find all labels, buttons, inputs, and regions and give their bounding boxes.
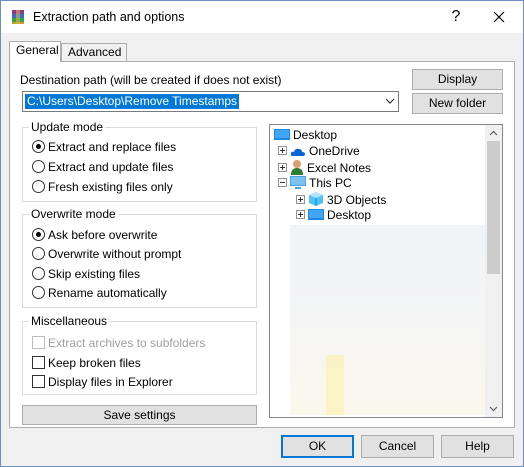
blurred-region [290,225,490,415]
display-button[interactable]: Display [412,69,503,90]
destination-path-value[interactable]: C:\Users\Desktop\Remove Timestamps [25,94,240,109]
tree-item-label: Desktop [327,208,372,222]
cancel-button[interactable]: Cancel [361,435,434,458]
desktop-icon [274,129,290,140]
radio-label: Extract and update files [48,160,174,174]
title-bar[interactable]: Extraction path and options ? [1,1,523,33]
tree-item-label: Excel Notes [307,161,372,175]
new-folder-button[interactable]: New folder [412,93,503,114]
overwrite-mode-title: Overwrite mode [29,207,118,221]
radio-button[interactable] [32,228,45,241]
general-panel: Destination path (will be created if doe… [9,61,515,428]
radio-button[interactable] [32,267,45,280]
radio-ask-before-overwrite[interactable]: Ask before overwrite [32,228,157,244]
collapse-icon[interactable] [278,178,287,187]
scroll-up-icon[interactable] [489,129,498,138]
tree-item-desktop-root[interactable]: Desktop [274,127,337,143]
tree-item-desktop[interactable]: Desktop [296,207,371,223]
tree-item-excel-notes[interactable]: Excel Notes [278,159,371,175]
update-mode-title: Update mode [29,120,106,134]
radio-button[interactable] [32,160,45,173]
checkbox-keep-broken-files[interactable]: Keep broken files [32,356,141,372]
tree-item-label: This PC [309,176,352,190]
radio-label: Overwrite without prompt [48,247,182,261]
destination-path-combobox[interactable]: C:\Users\Desktop\Remove Timestamps [22,91,399,112]
radio-button[interactable] [32,140,45,153]
checkbox-label: Keep broken files [48,356,141,370]
radio-skip-existing[interactable]: Skip existing files [32,267,140,283]
expand-icon[interactable] [296,210,305,219]
checkbox[interactable] [32,375,45,388]
tree-item-onedrive[interactable]: OneDrive [278,143,360,159]
chevron-down-icon[interactable] [385,98,395,105]
radio-button[interactable] [32,286,45,299]
radio-overwrite-without-prompt[interactable]: Overwrite without prompt [32,247,181,263]
checkbox[interactable] [32,356,45,369]
expand-icon[interactable] [278,163,287,172]
checkbox [32,336,45,349]
ok-button[interactable]: OK [281,435,354,458]
help-button[interactable]: Help [441,435,514,458]
radio-label: Skip existing files [48,267,141,281]
checkbox-display-in-explorer[interactable]: Display files in Explorer [32,375,173,391]
computer-icon [290,176,306,189]
tree-scrollbar[interactable] [485,125,502,417]
tab-advanced[interactable]: Advanced [61,43,127,61]
radio-extract-replace[interactable]: Extract and replace files [32,140,176,156]
radio-label: Ask before overwrite [48,228,158,242]
checkbox-extract-to-subfolders: Extract archives to subfolders [32,336,205,352]
onedrive-icon [290,148,305,156]
save-settings-button[interactable]: Save settings [22,405,257,425]
radio-rename-automatically[interactable]: Rename automatically [32,286,167,302]
extraction-dialog: Extraction path and options ? General Ad… [0,0,524,467]
expand-icon[interactable] [296,195,305,204]
help-title-button[interactable]: ? [435,1,477,33]
blurred-region [326,355,344,415]
radio-button[interactable] [32,180,45,193]
desktop-icon [308,209,324,220]
checkbox-label: Display files in Explorer [48,375,173,389]
scroll-down-icon[interactable] [489,404,498,413]
tree-item-this-pc[interactable]: This PC [278,175,352,191]
tree-item-3d-objects[interactable]: 3D Objects [296,191,386,207]
expand-icon[interactable] [278,146,287,155]
tree-item-label: 3D Objects [327,193,387,207]
radio-label: Extract and replace files [48,140,177,154]
radio-button[interactable] [32,247,45,260]
radio-extract-update[interactable]: Extract and update files [32,160,173,176]
user-icon [291,160,303,175]
folder-tree[interactable]: Desktop OneDrive Excel Notes This PC 3D … [269,124,503,418]
tab-general[interactable]: General [9,41,61,62]
close-icon [493,11,505,23]
scrollbar-thumb[interactable] [487,141,500,274]
destination-label: Destination path (will be created if doe… [20,73,282,87]
radio-label: Fresh existing files only [48,180,173,194]
miscellaneous-title: Miscellaneous [29,314,110,328]
tree-item-label: Desktop [293,128,338,142]
window-title: Extraction path and options [33,10,185,24]
winrar-icon [10,9,26,25]
checkbox-label: Extract archives to subfolders [48,336,206,350]
update-mode-group: Update mode Extract and replace files Ex… [22,120,257,202]
radio-label: Rename automatically [48,286,167,300]
miscellaneous-group: Miscellaneous Extract archives to subfol… [22,314,257,395]
radio-fresh-existing[interactable]: Fresh existing files only [32,180,173,196]
close-button[interactable] [478,1,520,33]
tree-item-label: OneDrive [309,144,360,158]
overwrite-mode-group: Overwrite mode Ask before overwrite Over… [22,207,257,308]
3d-objects-icon [309,192,323,206]
